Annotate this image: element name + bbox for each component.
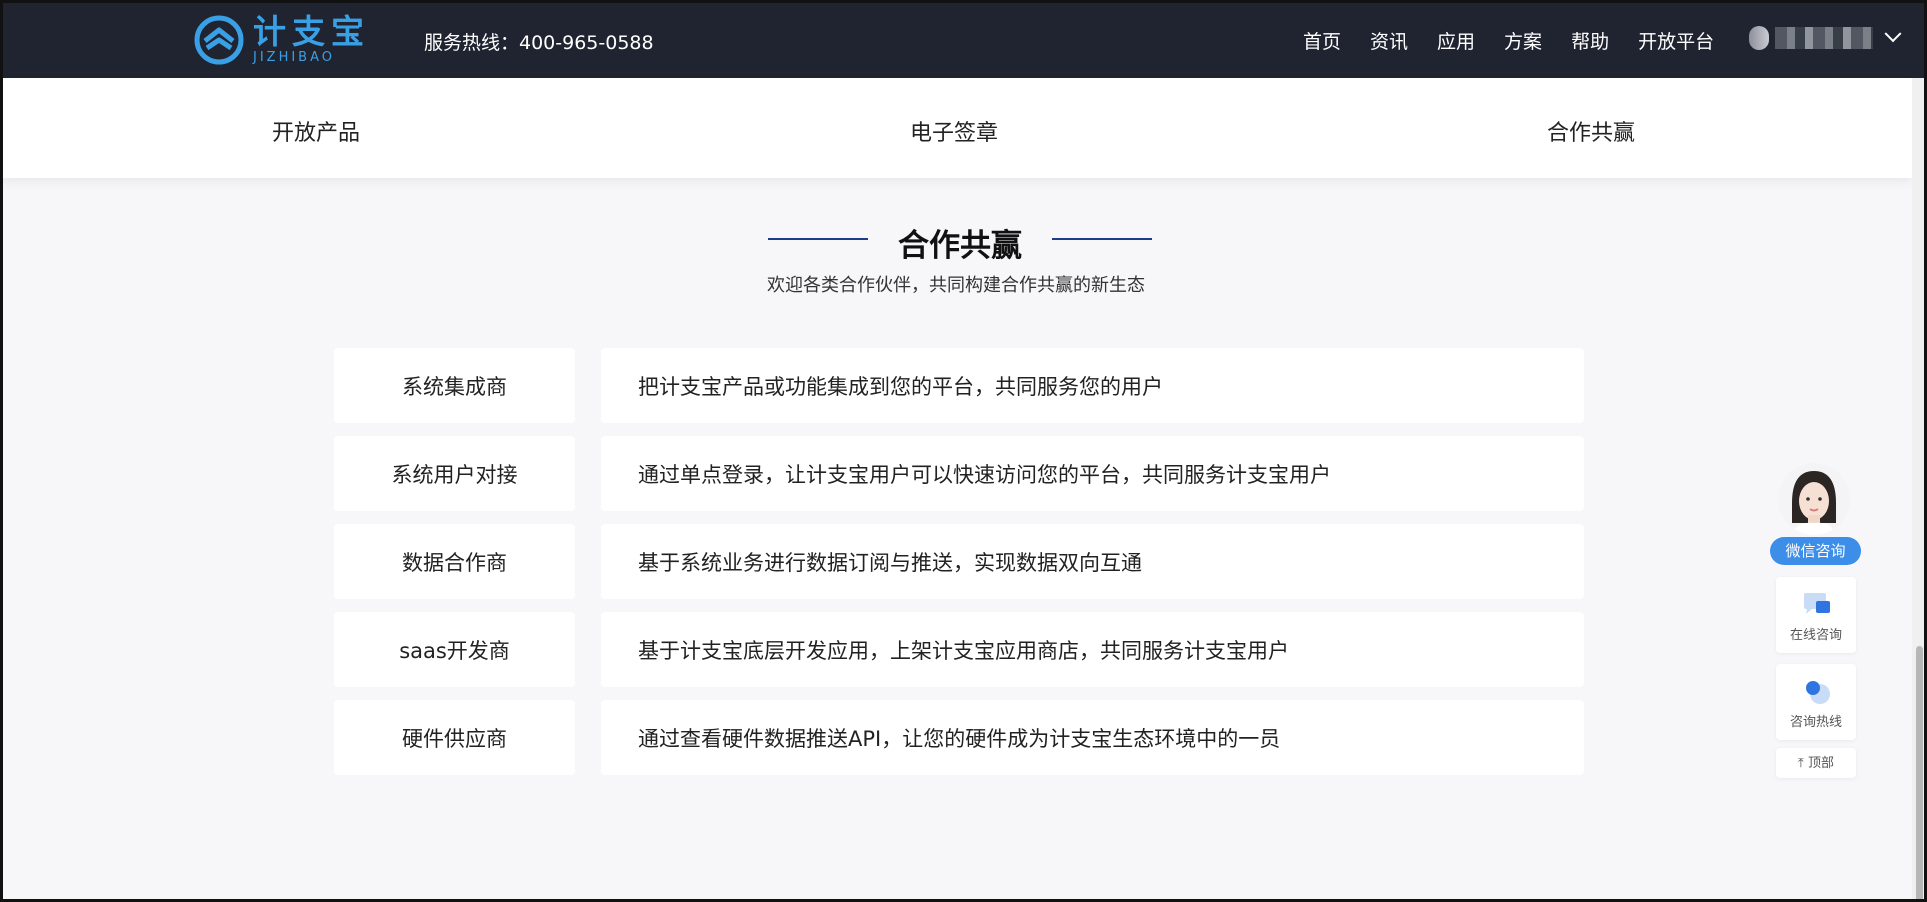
scrollbar-thumb[interactable] [1916,646,1923,902]
chevron-down-icon [1884,25,1902,43]
section-subtitle: 欢迎各类合作伙伴，共同构建合作共赢的新生态 [767,275,1145,296]
partner-list: 系统集成商 把计支宝产品或功能集成到您的平台，共同服务您的用户 系统用户对接 通… [334,348,1584,788]
user-menu[interactable] [1749,25,1902,50]
list-item: 系统用户对接 通过单点登录，让计支宝用户可以快速访问您的平台，共同服务计支宝用户 [334,436,1584,511]
consultant-portrait-icon [1778,463,1850,535]
main-nav: 首页 资讯 应用 方案 帮助 开放平台 [1303,27,1743,54]
brand-logo[interactable]: 计支宝 JIZHIBAO [193,12,370,68]
partner-type-description: 把计支宝产品或功能集成到您的平台，共同服务您的用户 [601,348,1584,423]
back-to-top-row: ⤒ 顶部 [1776,752,1856,771]
arrow-up-icon: ⤒ [1798,756,1804,771]
section-tabs: 开放产品 电子签章 合作共赢 [0,78,1912,178]
back-to-top-label: 顶部 [1807,756,1834,771]
nav-help[interactable]: 帮助 [1571,27,1609,54]
hotline-consult-button[interactable]: 咨询热线 [1776,664,1856,740]
page-scrollbar[interactable] [1912,78,1927,902]
service-hotline: 服务热线：400-965-0588 [424,32,654,54]
partner-type-label: saas开发商 [334,612,575,687]
nav-home[interactable]: 首页 [1303,27,1341,54]
top-navbar: 计支宝 JIZHIBAO 服务热线：400-965-0588 首页 资讯 应用 … [0,0,1927,78]
logo-mark-icon [194,15,244,65]
partner-type-description: 基于系统业务进行数据订阅与推送，实现数据双向互通 [601,524,1584,599]
tab-e-signature[interactable]: 电子签章 [910,115,998,147]
list-item: 系统集成商 把计支宝产品或功能集成到您的平台，共同服务您的用户 [334,348,1584,423]
partner-type-description: 基于计支宝底层开发应用，上架计支宝应用商店，共同服务计支宝用户 [601,612,1584,687]
nav-apps[interactable]: 应用 [1437,27,1475,54]
chat-bubble-icon [1804,593,1830,614]
section-title: 合作共赢 [898,228,1022,264]
partner-type-label: 数据合作商 [334,524,575,599]
online-consult-label: 在线咨询 [1789,628,1842,643]
logo-english-text: JIZHIBAO [253,50,335,65]
user-name-blurred [1775,27,1873,49]
partner-type-label: 硬件供应商 [334,700,575,775]
hotline-consult-label: 咨询热线 [1789,715,1842,730]
title-divider-right [1052,238,1152,240]
consultant-avatar[interactable] [1778,463,1850,535]
back-to-top-button[interactable]: ⤒ 顶部 [1776,748,1856,778]
partner-type-description: 通过单点登录，让计支宝用户可以快速访问您的平台，共同服务计支宝用户 [601,436,1584,511]
phone-circle-icon [1806,681,1830,704]
section-heading: 合作共赢 [768,220,1152,264]
partner-type-label: 系统集成商 [334,348,575,423]
nav-solutions[interactable]: 方案 [1504,27,1542,54]
list-item: 硬件供应商 通过查看硬件数据推送API，让您的硬件成为计支宝生态环境中的一员 [334,700,1584,775]
online-consult-button[interactable]: 在线咨询 [1776,577,1856,653]
partner-type-description: 通过查看硬件数据推送API，让您的硬件成为计支宝生态环境中的一员 [601,700,1584,775]
nav-open-platform[interactable]: 开放平台 [1638,27,1714,54]
nav-news[interactable]: 资讯 [1370,27,1408,54]
list-item: saas开发商 基于计支宝底层开发应用，上架计支宝应用商店，共同服务计支宝用户 [334,612,1584,687]
logo-chinese-text: 计支宝 [253,12,370,51]
tab-open-products[interactable]: 开放产品 [272,115,360,147]
list-item: 数据合作商 基于系统业务进行数据订阅与推送，实现数据双向互通 [334,524,1584,599]
partner-type-label: 系统用户对接 [334,436,575,511]
wechat-consult-button[interactable]: 微信咨询 [1770,537,1861,565]
avatar [1749,26,1769,50]
tab-cooperation[interactable]: 合作共赢 [1547,115,1635,147]
